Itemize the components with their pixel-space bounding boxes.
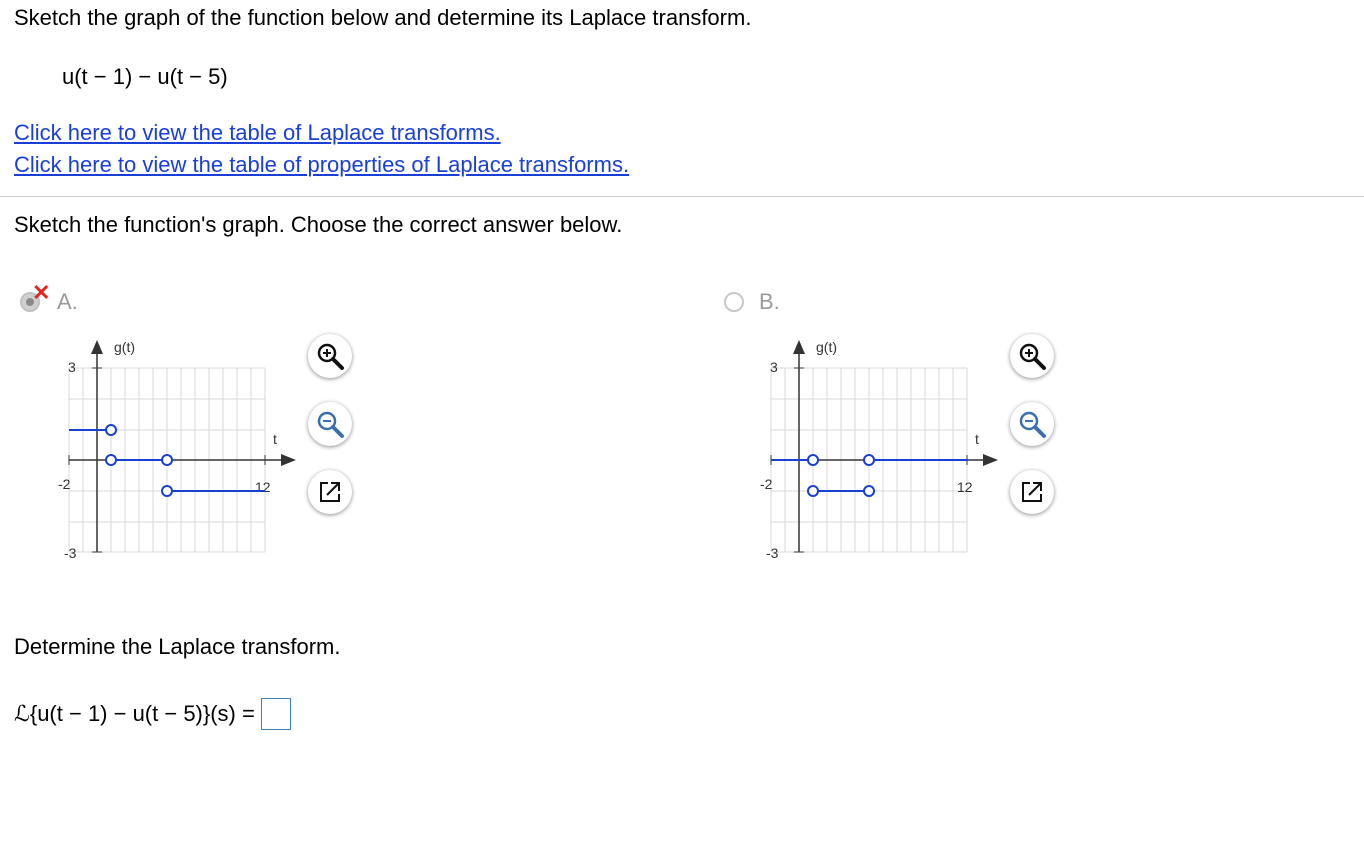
option-a-xlabel: t (273, 431, 277, 447)
popout-icon (1022, 482, 1042, 502)
zoom-out-icon (1019, 411, 1046, 438)
laplace-answer-input[interactable] (260, 698, 291, 730)
option-a-popout-button[interactable] (308, 470, 352, 514)
option-a-ylabel: g(t) (114, 339, 135, 355)
option-a-graph[interactable]: g(t) t 3 -3 -2 12 (52, 336, 302, 568)
option-b-xlabel: t (975, 431, 979, 447)
option-a-zoom-out-button[interactable] (308, 402, 352, 446)
question-function: u(t − 1) − u(t − 5) (62, 64, 228, 89)
zoom-in-icon (1019, 343, 1046, 370)
section-divider (0, 196, 1364, 197)
option-a-xmin: -2 (58, 476, 71, 492)
option-b-radio[interactable] (724, 292, 744, 312)
x-mark-icon: ✕ (32, 280, 51, 305)
question-title: Sketch the graph of the function below a… (14, 5, 752, 30)
zoom-out-icon (317, 411, 344, 438)
option-b-popout-button[interactable] (1010, 470, 1054, 514)
part1-prompt: Sketch the function's graph. Choose the … (14, 212, 623, 237)
laplace-properties-link[interactable]: Click here to view the table of properti… (14, 152, 629, 178)
option-a-zoom-in-button[interactable] (308, 334, 352, 378)
option-b-graph[interactable]: g(t) t 3 -3 -2 12 (754, 336, 1004, 568)
option-a-ymax: 3 (68, 359, 76, 375)
option-b-label: B. (759, 289, 780, 314)
zoom-in-icon (317, 343, 344, 370)
part2-prompt: Determine the Laplace transform. (14, 634, 341, 659)
option-a-label: A. (57, 289, 78, 314)
option-a-ymin: -3 (64, 545, 77, 561)
laplace-expression: ℒ{u(t − 1) − u(t − 5)}(s) = (14, 701, 255, 726)
option-b-xmax: 12 (957, 479, 973, 495)
option-b-ylabel: g(t) (816, 339, 837, 355)
option-a-xmax: 12 (255, 479, 271, 495)
option-b-zoom-in-button[interactable] (1010, 334, 1054, 378)
option-b-zoom-out-button[interactable] (1010, 402, 1054, 446)
option-b-xmin: -2 (760, 476, 773, 492)
popout-icon (320, 482, 340, 502)
option-b-ymax: 3 (770, 359, 778, 375)
laplace-answer-row: ℒ{u(t − 1) − u(t − 5)}(s) = (14, 698, 291, 730)
laplace-table-link[interactable]: Click here to view the table of Laplace … (14, 120, 501, 146)
option-b-ymin: -3 (766, 545, 779, 561)
